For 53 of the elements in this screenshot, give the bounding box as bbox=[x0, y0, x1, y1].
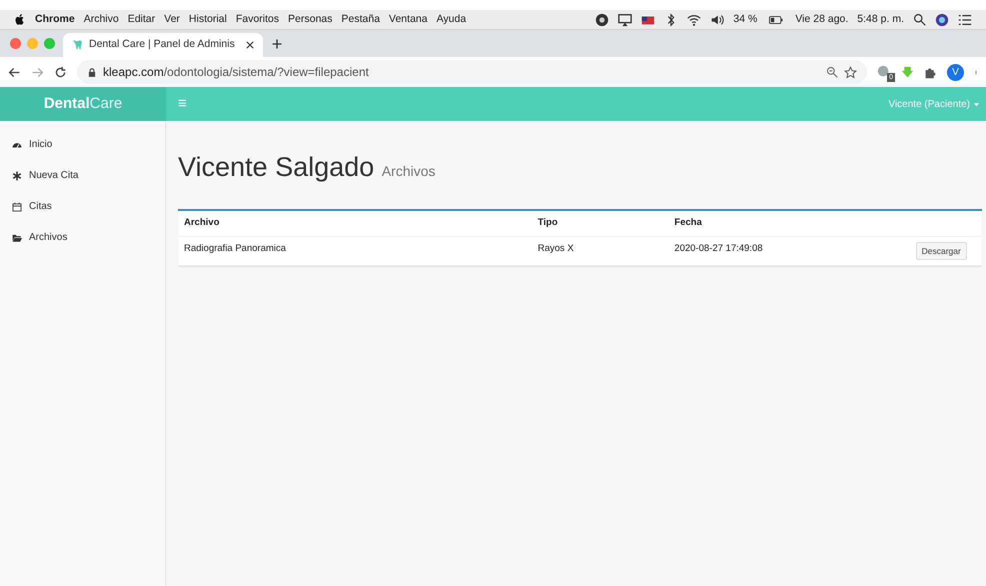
menu-item[interactable]: Ver bbox=[164, 12, 180, 28]
star-icon[interactable] bbox=[844, 66, 857, 78]
profile-avatar[interactable]: V bbox=[947, 64, 964, 80]
menu-item[interactable]: Personas bbox=[288, 12, 332, 28]
column-header: Archivo bbox=[178, 211, 532, 236]
menu-time[interactable]: 5:48 p. m. bbox=[857, 12, 904, 28]
download-button[interactable]: Descargar bbox=[916, 242, 967, 260]
browser-tab[interactable]: Dental Care | Panel de Adminis bbox=[63, 33, 263, 57]
volume-icon[interactable] bbox=[710, 12, 724, 26]
siri-icon[interactable] bbox=[935, 12, 949, 26]
apple-icon[interactable] bbox=[14, 13, 26, 26]
column-header: Tipo bbox=[532, 211, 668, 236]
wifi-icon[interactable] bbox=[687, 12, 702, 26]
menu-item[interactable]: Editar bbox=[128, 12, 156, 28]
url-text: kleapc.com/odontologia/sistema/?view=filepacient bbox=[103, 64, 369, 81]
caret-icon bbox=[973, 100, 980, 108]
tooth-icon bbox=[71, 39, 83, 51]
menu-item[interactable]: Ventana bbox=[388, 12, 428, 28]
sidebar-item[interactable]: Nueva Cita bbox=[0, 160, 165, 191]
sidebar-item[interactable]: Inicio bbox=[0, 129, 165, 160]
extension-icon bbox=[877, 65, 891, 79]
sidebar-item[interactable]: Citas bbox=[0, 191, 165, 222]
search-icon[interactable] bbox=[913, 13, 926, 26]
menu-date[interactable]: Vie 28 ago. bbox=[795, 12, 848, 28]
calendar-icon bbox=[12, 202, 22, 212]
battery-percent: 34 % bbox=[733, 12, 758, 27]
status-icon[interactable] bbox=[595, 12, 610, 26]
column-header: Fecha bbox=[668, 211, 910, 236]
puzzle-icon[interactable] bbox=[924, 66, 937, 78]
address-bar[interactable]: kleapc.com/odontologia/sistema/?view=filepacient bbox=[77, 60, 867, 84]
table-cell: Radiografia Panoramica bbox=[178, 236, 532, 266]
menu-item[interactable]: Ayuda bbox=[436, 12, 466, 28]
tab-title: Dental Care | Panel de Adminis bbox=[89, 37, 236, 52]
lock-icon bbox=[87, 66, 97, 78]
reload-icon[interactable] bbox=[54, 66, 67, 78]
sidebar-item[interactable]: Archivos bbox=[0, 222, 165, 253]
close-icon[interactable] bbox=[245, 40, 255, 50]
asterisk-icon bbox=[12, 170, 22, 180]
table-cell: Rayos X bbox=[532, 236, 668, 266]
list-icon[interactable] bbox=[958, 12, 972, 26]
airplay-icon[interactable] bbox=[618, 12, 632, 26]
new-tab-icon[interactable] bbox=[271, 38, 283, 50]
menu-item[interactable]: Archivo bbox=[84, 12, 119, 28]
page-title: Vicente Salgado bbox=[178, 152, 374, 182]
table-cell: 2020-08-27 17:49:08 bbox=[668, 236, 910, 266]
app-menu[interactable]: Chrome bbox=[35, 12, 75, 28]
menu-item[interactable]: Historial bbox=[188, 12, 227, 28]
back-icon[interactable] bbox=[8, 66, 21, 78]
page-subtitle: Archivos bbox=[382, 163, 436, 179]
menu-item[interactable]: Pestaña bbox=[341, 12, 380, 28]
folder-icon bbox=[12, 232, 22, 242]
menu-item[interactable]: Favoritos bbox=[236, 12, 280, 28]
zoom-icon[interactable] bbox=[826, 66, 838, 78]
